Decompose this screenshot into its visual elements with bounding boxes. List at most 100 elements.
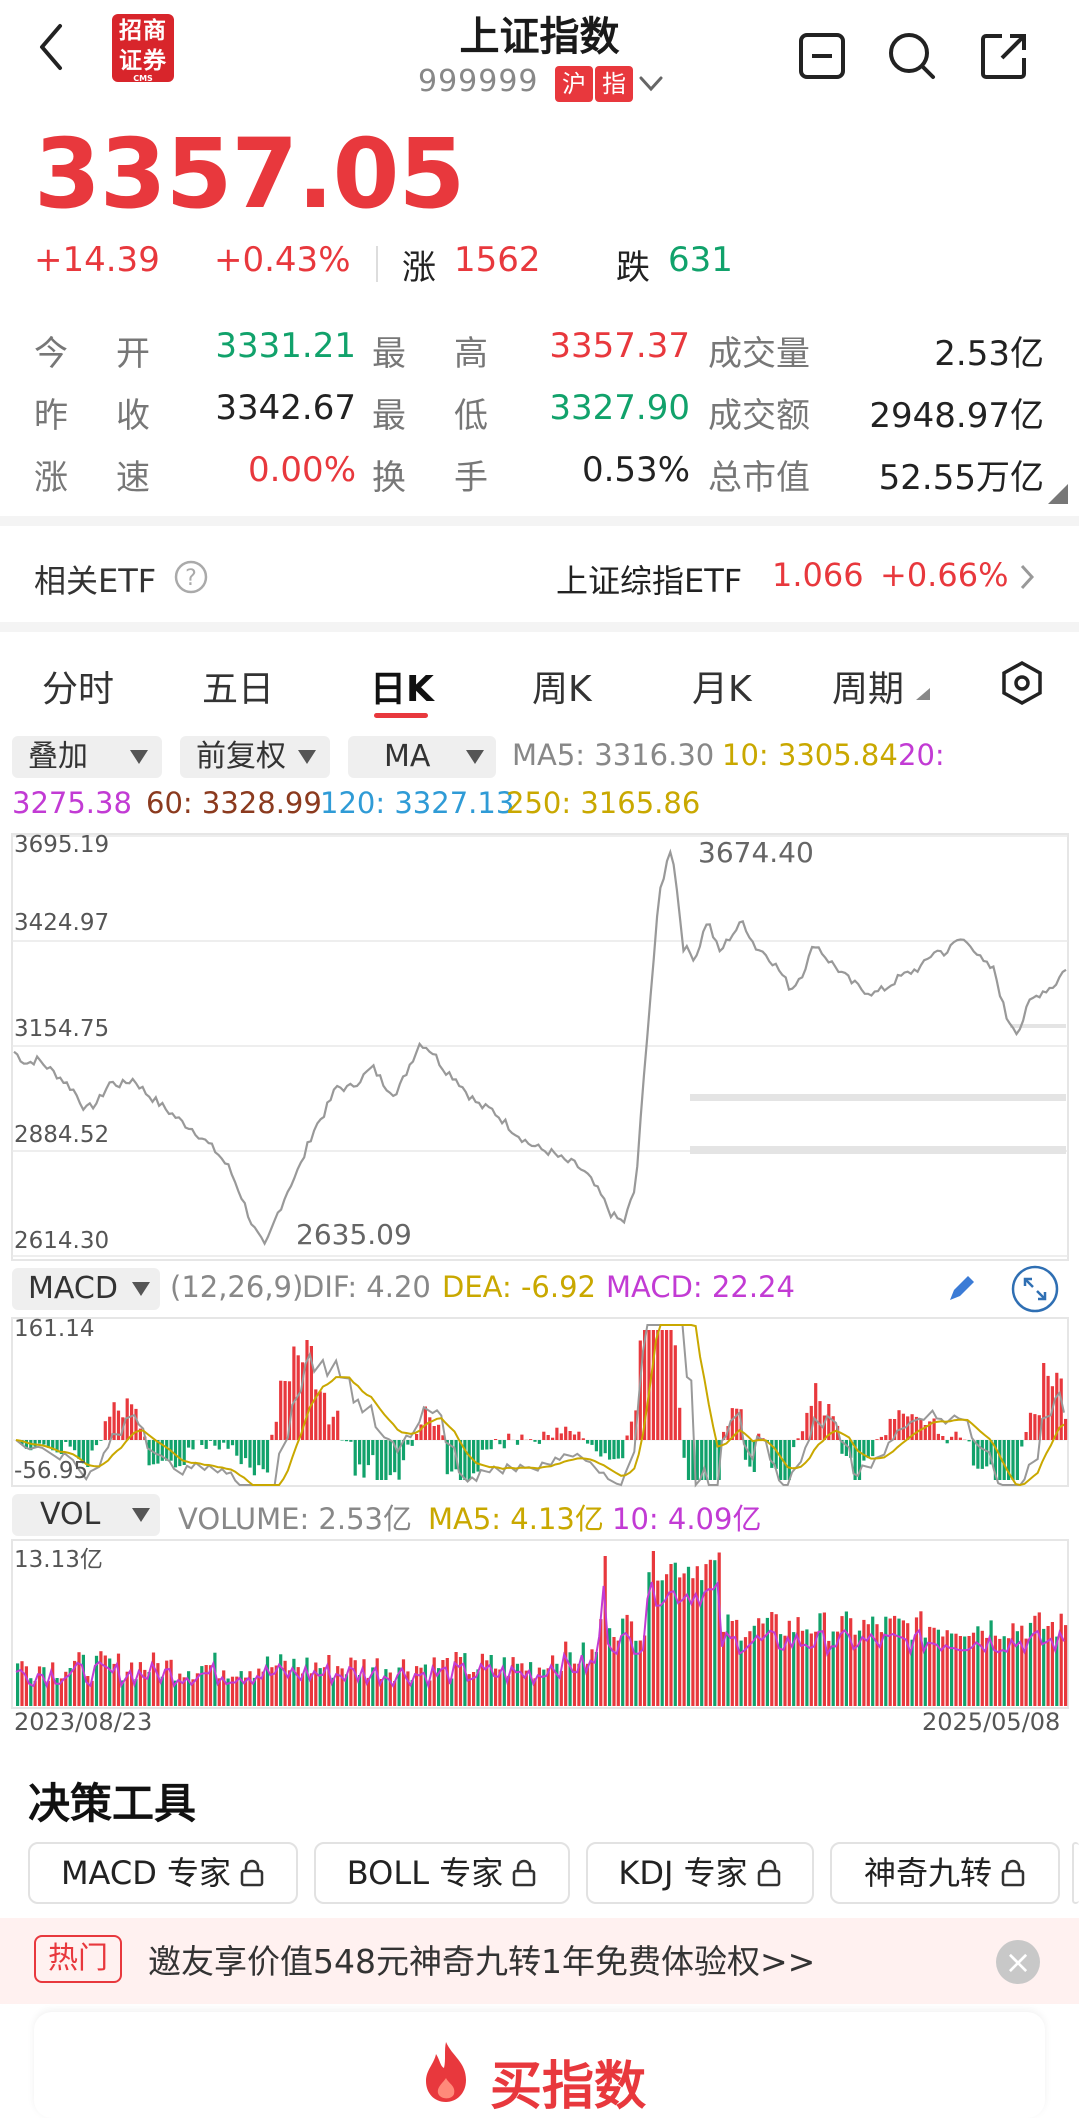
minus-square-icon[interactable]	[798, 32, 846, 80]
macd-bar	[818, 1401, 822, 1440]
ma5-value: MA5: 3316.30	[512, 738, 715, 772]
volume-bar	[919, 1611, 923, 1706]
volume-bar	[945, 1630, 949, 1706]
volume-bar	[222, 1670, 226, 1706]
tool-chip-more[interactable]	[1072, 1842, 1079, 1904]
volume-bar	[695, 1566, 699, 1706]
volume-bar	[143, 1669, 147, 1706]
macd-bar	[625, 1435, 629, 1440]
macd-bar	[945, 1440, 949, 1444]
volume-bar	[1059, 1613, 1063, 1706]
x-end-label: 2025/05/08	[922, 1708, 1061, 1736]
tab-intraday[interactable]: 分时	[42, 660, 114, 712]
price-change-pct: +0.43%	[214, 240, 351, 280]
help-icon[interactable]: ?	[174, 560, 208, 594]
macd-bar	[507, 1433, 511, 1440]
tab-period[interactable]: 周期	[832, 660, 904, 712]
search-icon[interactable]	[886, 30, 938, 82]
y-tick-label: 3154.75	[14, 1016, 110, 1042]
x-start-label: 2023/08/23	[14, 1708, 153, 1736]
macd-dea: DEA: -6.92	[442, 1270, 597, 1304]
volume-bar	[950, 1633, 954, 1706]
volume-bar	[270, 1667, 274, 1706]
tab-monthly-k[interactable]: 月K	[692, 660, 752, 712]
close-icon[interactable]: ×	[996, 1940, 1040, 1984]
volume-bar	[822, 1612, 826, 1706]
volume-bar	[897, 1618, 901, 1706]
macd-bar	[980, 1440, 984, 1469]
macd-bar	[248, 1440, 252, 1468]
section-divider	[0, 622, 1079, 632]
pencil-icon[interactable]	[944, 1270, 980, 1306]
tool-chip[interactable]: MACD 专家	[28, 1842, 298, 1904]
chevron-down-icon[interactable]	[638, 74, 664, 94]
tab-weekly-k[interactable]: 周K	[532, 660, 592, 712]
macd-bar	[577, 1431, 581, 1440]
index-price: 3357.05	[34, 118, 465, 230]
volume-bar	[515, 1663, 520, 1706]
volume-bar	[840, 1616, 844, 1706]
quote-label: 成交额	[708, 396, 810, 436]
volume-bar	[713, 1560, 717, 1706]
volume-chart	[11, 1539, 1069, 1709]
tool-chip[interactable]: 神奇九转	[830, 1842, 1060, 1904]
chevron-right-icon[interactable]	[1018, 562, 1036, 592]
macd-bar	[629, 1421, 634, 1440]
volume-bar	[893, 1615, 897, 1706]
volume-bar	[656, 1580, 660, 1706]
settings-icon[interactable]	[1000, 660, 1044, 706]
macd-bar	[862, 1440, 866, 1461]
macd-bar	[669, 1330, 673, 1440]
volume-bar	[156, 1663, 160, 1706]
macd-bar	[971, 1440, 976, 1466]
tool-chip[interactable]: BOLL 专家	[314, 1842, 570, 1904]
volume-bar	[629, 1621, 634, 1706]
tool-chip[interactable]: KDJ 专家	[586, 1842, 814, 1904]
volume-bar	[572, 1663, 577, 1706]
volume-bar	[77, 1652, 81, 1706]
lock-icon	[757, 1859, 780, 1887]
quote-label-char: 低	[454, 396, 488, 436]
volume-bar	[340, 1668, 344, 1706]
macd-bar	[936, 1433, 940, 1440]
macd-bar	[178, 1440, 182, 1467]
macd-bar	[336, 1410, 340, 1440]
volume-bar	[875, 1624, 879, 1706]
macd-bar	[147, 1440, 151, 1466]
volume-bar	[686, 1566, 691, 1706]
volume-bar	[81, 1654, 85, 1706]
macd-bar	[226, 1440, 230, 1449]
volume-bar	[542, 1669, 546, 1706]
macd-bar	[37, 1440, 42, 1444]
promo-text[interactable]: 邀友享价值548元神奇九转1年免费体验权>>	[148, 1935, 815, 1983]
tab-daily-k[interactable]: 日K	[370, 660, 434, 712]
volume-bar	[678, 1577, 682, 1706]
macd-bar	[222, 1440, 226, 1443]
volume-bar	[230, 1676, 235, 1706]
tab-five-day[interactable]: 五日	[202, 660, 274, 712]
volume-bar	[1033, 1615, 1037, 1706]
macd-dif: DIF: 4.20	[302, 1270, 431, 1304]
macd-bar	[586, 1440, 590, 1444]
volume-bar	[1002, 1636, 1006, 1706]
macd-bar	[480, 1440, 484, 1450]
price-chart[interactable]	[10, 832, 1070, 1262]
volume-bar	[726, 1614, 730, 1706]
etf-name[interactable]: 上证综指ETF	[556, 556, 742, 602]
macd-bar	[265, 1440, 270, 1473]
buy-label[interactable]: 买指数	[490, 2044, 646, 2118]
macd-bar	[1002, 1440, 1006, 1480]
macd-bar	[1064, 1418, 1068, 1440]
macd-bar	[366, 1440, 370, 1466]
volume-bar	[928, 1626, 932, 1706]
macd-bar	[344, 1440, 349, 1442]
volume-bar	[564, 1641, 568, 1706]
expand-corner-icon[interactable]	[1048, 484, 1068, 504]
dea-line	[15, 1324, 1065, 1487]
macd-bar	[941, 1436, 945, 1440]
fullscreen-icon[interactable]	[1010, 1264, 1060, 1314]
quote-label: 成交量	[708, 334, 810, 374]
share-icon[interactable]	[978, 30, 1030, 82]
macd-bar	[590, 1440, 594, 1445]
quote-label-char: 最	[372, 334, 406, 374]
